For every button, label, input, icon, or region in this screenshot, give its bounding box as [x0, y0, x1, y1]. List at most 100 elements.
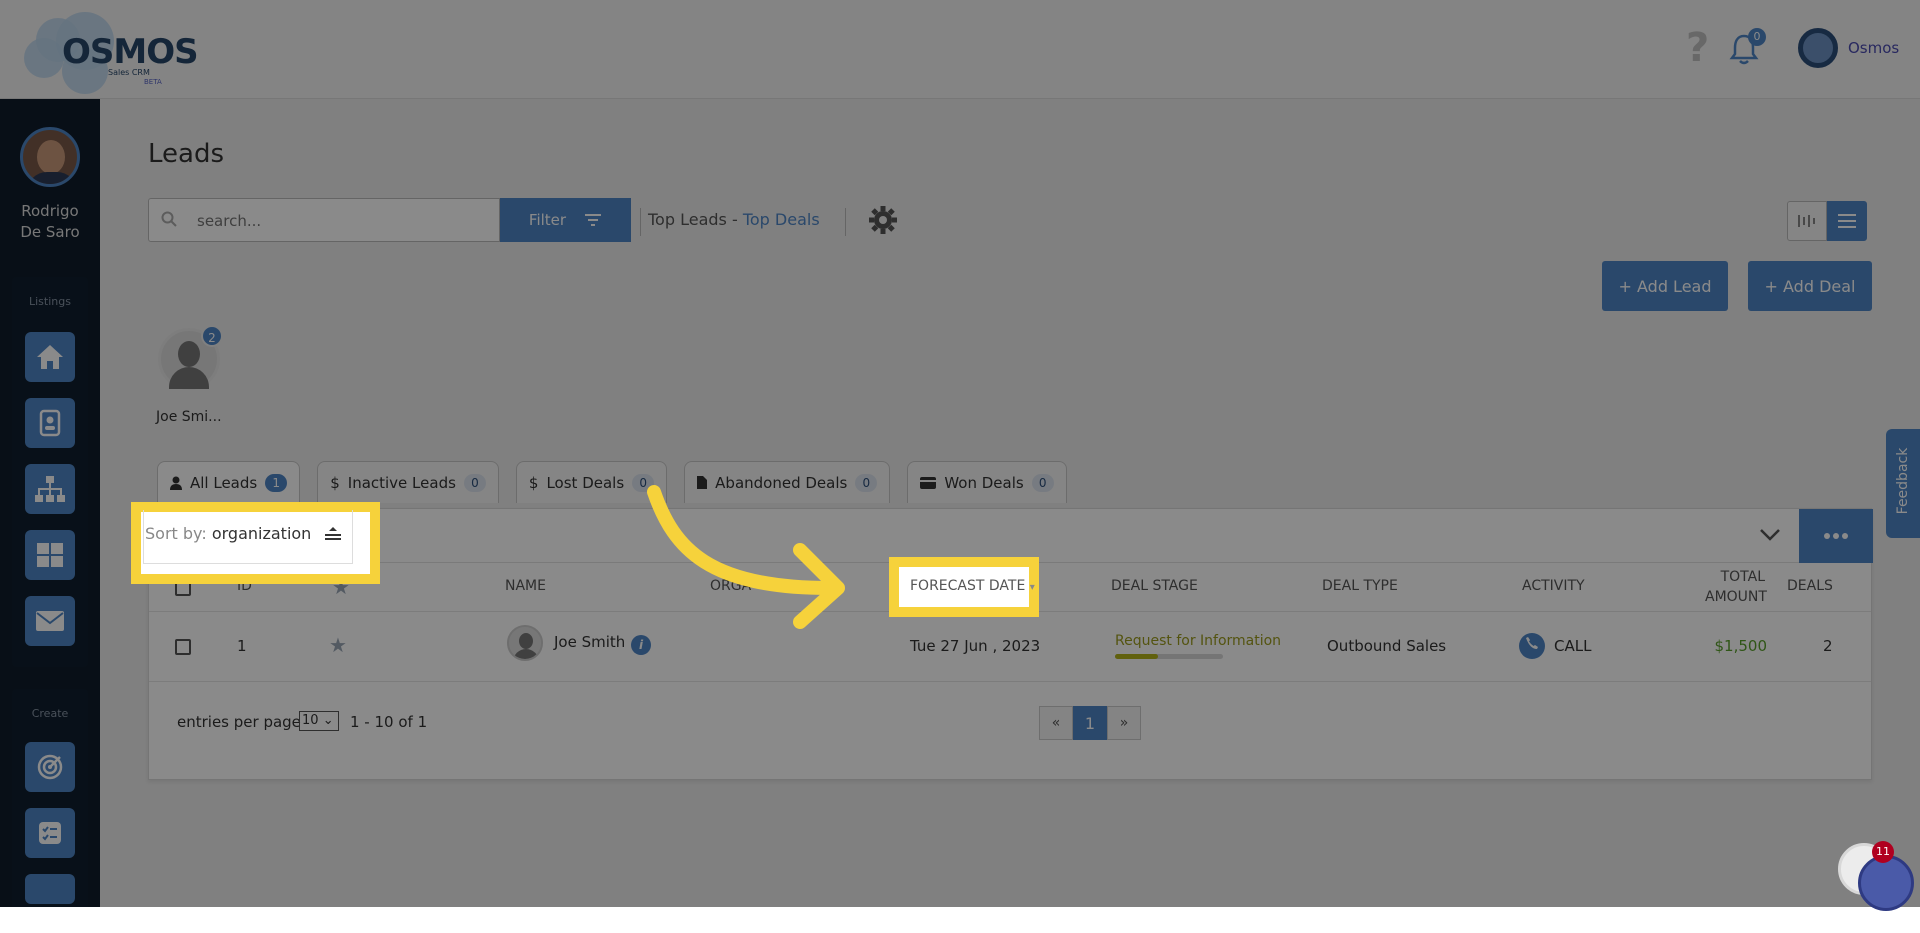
- add-lead-button[interactable]: + Add Lead: [1602, 261, 1728, 311]
- view-toggle: [1787, 201, 1867, 241]
- filter-icon: [585, 214, 602, 226]
- sidebar-create-section: Create: [12, 689, 88, 919]
- logo-wordmark: OSMOS: [62, 32, 199, 72]
- row-divider: [149, 681, 1871, 682]
- logo-subtitle: Sales CRM: [108, 68, 150, 77]
- sidebar-listings-section: Listings: [12, 277, 88, 667]
- bottom-strip: [0, 907, 1920, 933]
- chat-bubble-icon: [1858, 855, 1914, 911]
- column-header-activity[interactable]: ACTIVITY: [1522, 578, 1585, 594]
- star-icon[interactable]: ★: [329, 633, 347, 657]
- contact-card-icon[interactable]: [25, 398, 75, 448]
- avatar-body: [513, 649, 539, 659]
- column-header-deals[interactable]: DEALS: [1787, 578, 1833, 594]
- row-total-amount: $1,500: [1714, 637, 1768, 655]
- filter-button[interactable]: Filter: [500, 198, 631, 242]
- target-icon[interactable]: [25, 742, 75, 792]
- deal-stage-progress: [1115, 654, 1223, 659]
- home-icon[interactable]: [25, 332, 75, 382]
- notifications-bell-icon[interactable]: 0: [1728, 28, 1766, 66]
- sidebar-user-name: Rodrigo De Saro: [0, 201, 100, 243]
- lead-card-avatar[interactable]: 2: [158, 325, 223, 390]
- tab-all-leads[interactable]: All Leads 1: [157, 461, 301, 503]
- arrow-annotation-icon: [647, 485, 845, 629]
- search-input[interactable]: [197, 207, 487, 235]
- row-deal-stage[interactable]: Request for Information: [1115, 633, 1281, 649]
- avatar-head: [178, 341, 200, 367]
- sidebar-user-first: Rodrigo: [21, 202, 79, 220]
- divider: [845, 208, 846, 236]
- sort-direction-icon[interactable]: [323, 525, 343, 545]
- page-range: 1 - 10 of 1: [350, 713, 428, 731]
- forecast-date-label: FORECAST DATE: [910, 578, 1026, 594]
- tab-won-deals[interactable]: Won Deals 0: [907, 461, 1067, 503]
- mail-icon[interactable]: [25, 596, 75, 646]
- user-menu[interactable]: Osmos: [1798, 28, 1899, 68]
- chat-widget[interactable]: 11: [1838, 841, 1914, 917]
- current-page-button[interactable]: 1: [1073, 706, 1107, 740]
- top-leads-link[interactable]: Top Leads: [648, 210, 727, 229]
- sidebar-listings-label: Listings: [29, 295, 71, 308]
- grid-icon[interactable]: [25, 530, 75, 580]
- tab-inactive-leads[interactable]: $ Inactive Leads 0: [317, 461, 499, 503]
- user-icon: [170, 476, 182, 490]
- settings-gear-icon[interactable]: [868, 205, 898, 241]
- tab-label: Lost Deals: [546, 473, 625, 492]
- row-deals: 2: [1823, 637, 1833, 655]
- org-chart-icon[interactable]: [25, 464, 75, 514]
- column-header-forecast-date[interactable]: FORECAST DATE ▾: [910, 578, 1035, 594]
- kanban-view-icon[interactable]: [1787, 201, 1827, 241]
- create-more-icon[interactable]: [25, 874, 75, 904]
- top-links-separator: -: [731, 210, 738, 229]
- sidebar-user-last: De Saro: [20, 223, 80, 241]
- tab-count: 0: [1031, 473, 1054, 492]
- lead-tabs: All Leads 1 $ Inactive Leads 0 $ Lost De…: [157, 461, 1067, 503]
- column-header-deal-type[interactable]: DEAL TYPE: [1322, 578, 1398, 594]
- page-title: Leads: [148, 139, 225, 169]
- tab-count: 0: [463, 473, 486, 492]
- sidebar: Rodrigo De Saro Listings Create: [0, 99, 100, 919]
- sidebar-create-label: Create: [31, 707, 69, 720]
- info-icon[interactable]: i: [631, 635, 651, 655]
- user-avatar: [1798, 28, 1838, 68]
- tab-label: All Leads: [190, 473, 258, 492]
- avatar-body: [169, 367, 209, 389]
- ellipsis-icon: [1824, 533, 1848, 539]
- divider: [352, 510, 353, 564]
- feedback-tab[interactable]: Feedback: [1886, 429, 1920, 538]
- column-header-name[interactable]: NAME: [505, 578, 546, 594]
- sort-by-control[interactable]: Sort by: organization: [145, 524, 311, 543]
- sidebar-avatar[interactable]: [20, 127, 80, 187]
- row-checkbox[interactable]: [175, 639, 191, 655]
- row-activity[interactable]: CALL: [1554, 637, 1591, 655]
- deal-stage-progress-fill: [1115, 654, 1159, 659]
- row-avatar: [507, 625, 543, 661]
- avatar-shirt: [27, 172, 77, 184]
- row-name[interactable]: Joe Smith: [554, 633, 625, 651]
- checklist-icon[interactable]: [25, 808, 75, 858]
- pagination: « 1 »: [1039, 706, 1141, 740]
- table-toolbar: [149, 509, 1873, 563]
- next-page-button[interactable]: »: [1107, 706, 1141, 740]
- column-header-total-amount[interactable]: TOTAL AMOUNT: [1705, 567, 1767, 607]
- tab-label: Won Deals: [944, 473, 1024, 492]
- per-page-select[interactable]: 10 ⌄: [299, 711, 339, 731]
- top-deals-link[interactable]: Top Deals: [743, 210, 820, 229]
- chevron-down-icon[interactable]: [1759, 523, 1781, 548]
- prev-page-button[interactable]: «: [1039, 706, 1073, 740]
- more-options-button[interactable]: [1799, 509, 1873, 563]
- osmos-logo[interactable]: OSMOS Sales CRM BETA: [22, 8, 199, 94]
- lead-card-badge: 2: [201, 325, 223, 347]
- add-deal-button[interactable]: + Add Deal: [1748, 261, 1872, 311]
- lead-card-name[interactable]: Joe Smi...: [156, 409, 222, 425]
- phone-icon[interactable]: [1519, 633, 1545, 659]
- notifications-count-badge: 0: [1748, 28, 1766, 46]
- list-view-icon[interactable]: [1827, 201, 1867, 241]
- header-total: TOTAL: [1720, 569, 1765, 585]
- sort-by-label: Sort by:: [145, 524, 207, 543]
- help-icon[interactable]: ?: [1686, 28, 1709, 68]
- column-header-deal-stage[interactable]: DEAL STAGE: [1111, 578, 1198, 594]
- top-links: Top Leads - Top Deals: [648, 210, 820, 229]
- avatar-face: [37, 140, 65, 174]
- filter-label: Filter: [528, 211, 567, 229]
